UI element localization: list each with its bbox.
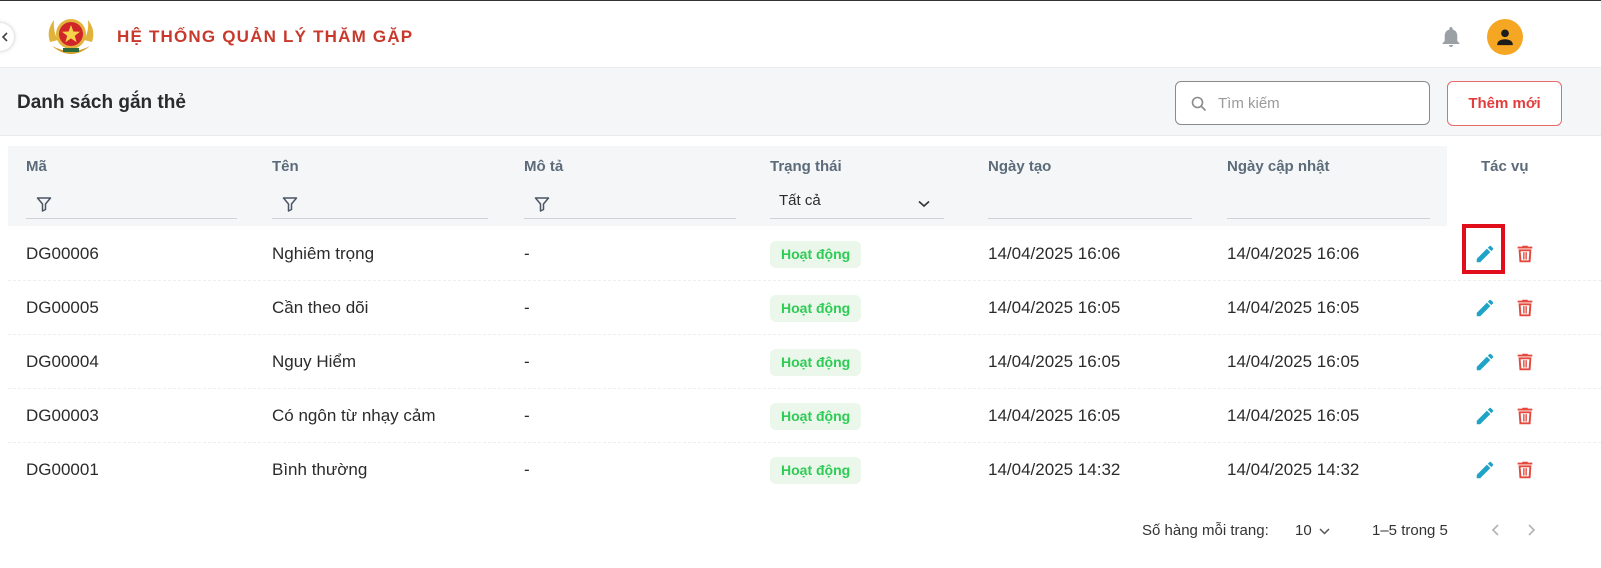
trash-icon[interactable] [1514,297,1536,319]
table-row[interactable]: DG00003 Có ngôn từ nhạy cảm - Hoạt động … [8,389,1601,443]
edit-icon[interactable] [1474,351,1496,373]
status-badge: Hoạt động [770,241,862,268]
chevron-left-icon[interactable] [1489,523,1503,537]
top-bar: HỆ THỐNG QUẢN LÝ THĂM GẶP [0,1,1601,68]
column-header-code[interactable]: Mã [26,158,47,175]
row-code: DG00006 [26,244,99,263]
row-name: Bình thường [272,460,368,479]
description-filter[interactable] [524,188,736,219]
status-badge: Hoạt động [770,349,862,376]
row-code: DG00003 [26,406,99,425]
column-header-updated[interactable]: Ngày cập nhật [1227,158,1330,175]
row-description: - [524,406,530,425]
table-header: Mã Tên Mô tả Trạng thái Tất cả Ngày tạo … [8,146,1447,226]
filter-icon [36,197,52,212]
row-updated: 14/04/2025 16:06 [1227,244,1360,263]
column-header-created[interactable]: Ngày tạo [988,158,1051,175]
table-row[interactable]: DG00005 Cần theo dõi - Hoạt động 14/04/2… [8,281,1601,335]
column-header-name[interactable]: Tên [272,158,299,175]
trash-icon[interactable] [1514,405,1536,427]
user-avatar-icon [1497,29,1513,46]
edit-icon[interactable] [1474,405,1496,427]
name-filter[interactable] [272,188,488,219]
app-title: HỆ THỐNG QUẢN LÝ THĂM GẶP [117,27,414,46]
filter-icon [282,197,298,212]
search-box[interactable] [1175,81,1430,125]
police-emblem-logo [48,19,94,54]
row-name: Nguy Hiểm [272,352,357,371]
edit-icon[interactable] [1474,459,1496,481]
table-row[interactable]: DG00004 Nguy Hiểm - Hoạt động 14/04/2025… [8,335,1601,389]
status-filter-select[interactable]: Tất cả [770,188,944,219]
row-description: - [524,460,530,479]
user-avatar[interactable] [1487,19,1523,55]
column-header-actions: Tác vụ [1481,158,1529,175]
page-title: Danh sách gắn thẻ [17,92,186,113]
edit-highlight-box [1462,224,1505,274]
row-created: 14/04/2025 16:05 [988,298,1121,317]
sidebar-collapse-button[interactable] [0,23,14,51]
trash-icon[interactable] [1514,351,1536,373]
table-row[interactable]: DG00006 Nghiêm trọng - Hoạt động 14/04/2… [8,227,1601,281]
created-filter[interactable] [988,188,1192,219]
row-name: Cần theo dõi [272,298,369,317]
filter-icon [534,197,550,212]
rows-per-page-label: Số hàng mỗi trang: [1142,522,1269,539]
edit-icon[interactable] [1474,297,1496,319]
row-code: DG00004 [26,352,99,371]
code-filter[interactable] [26,188,237,219]
row-code: DG00001 [26,460,99,479]
row-created: 14/04/2025 16:05 [988,406,1121,425]
search-icon [1191,96,1207,112]
status-badge: Hoạt động [770,403,862,430]
status-badge: Hoạt động [770,457,862,484]
row-description: - [524,352,530,371]
updated-filter[interactable] [1227,188,1430,219]
rows-per-page-select[interactable]: 10 [1295,522,1312,539]
chevron-right-icon[interactable] [1524,523,1538,537]
column-header-status[interactable]: Trạng thái [770,158,842,175]
list-toolbar: Danh sách gắn thẻ Thêm mới [0,68,1601,136]
row-updated: 14/04/2025 16:05 [1227,406,1360,425]
row-created: 14/04/2025 16:05 [988,352,1121,371]
status-badge: Hoạt động [770,295,862,322]
app-root: HỆ THỐNG QUẢN LÝ THĂM GẶP Danh sách gắn … [0,0,1601,568]
row-code: DG00005 [26,298,99,317]
column-header-description[interactable]: Mô tả [524,158,563,175]
table-row[interactable]: DG00001 Bình thường - Hoạt động 14/04/20… [8,443,1601,497]
row-updated: 14/04/2025 16:05 [1227,352,1360,371]
status-filter-value: Tất cả [779,192,821,209]
chevron-left-icon [1,32,8,42]
row-name: Có ngôn từ nhạy cảm [272,406,436,425]
row-updated: 14/04/2025 14:32 [1227,460,1360,479]
trash-icon[interactable] [1514,459,1536,481]
chevron-down-icon[interactable] [1319,528,1330,535]
trash-icon[interactable] [1514,243,1536,265]
row-updated: 14/04/2025 16:05 [1227,298,1360,317]
row-name: Nghiêm trọng [272,244,375,263]
row-created: 14/04/2025 14:32 [988,460,1121,479]
chevron-down-icon [918,200,930,208]
row-description: - [524,298,530,317]
page-range: 1–5 trong 5 [1372,522,1448,539]
row-description: - [524,244,530,263]
search-input[interactable] [1218,92,1418,114]
add-new-button[interactable]: Thêm mới [1447,81,1562,126]
bell-icon[interactable] [1439,25,1463,49]
row-created: 14/04/2025 16:06 [988,244,1121,263]
